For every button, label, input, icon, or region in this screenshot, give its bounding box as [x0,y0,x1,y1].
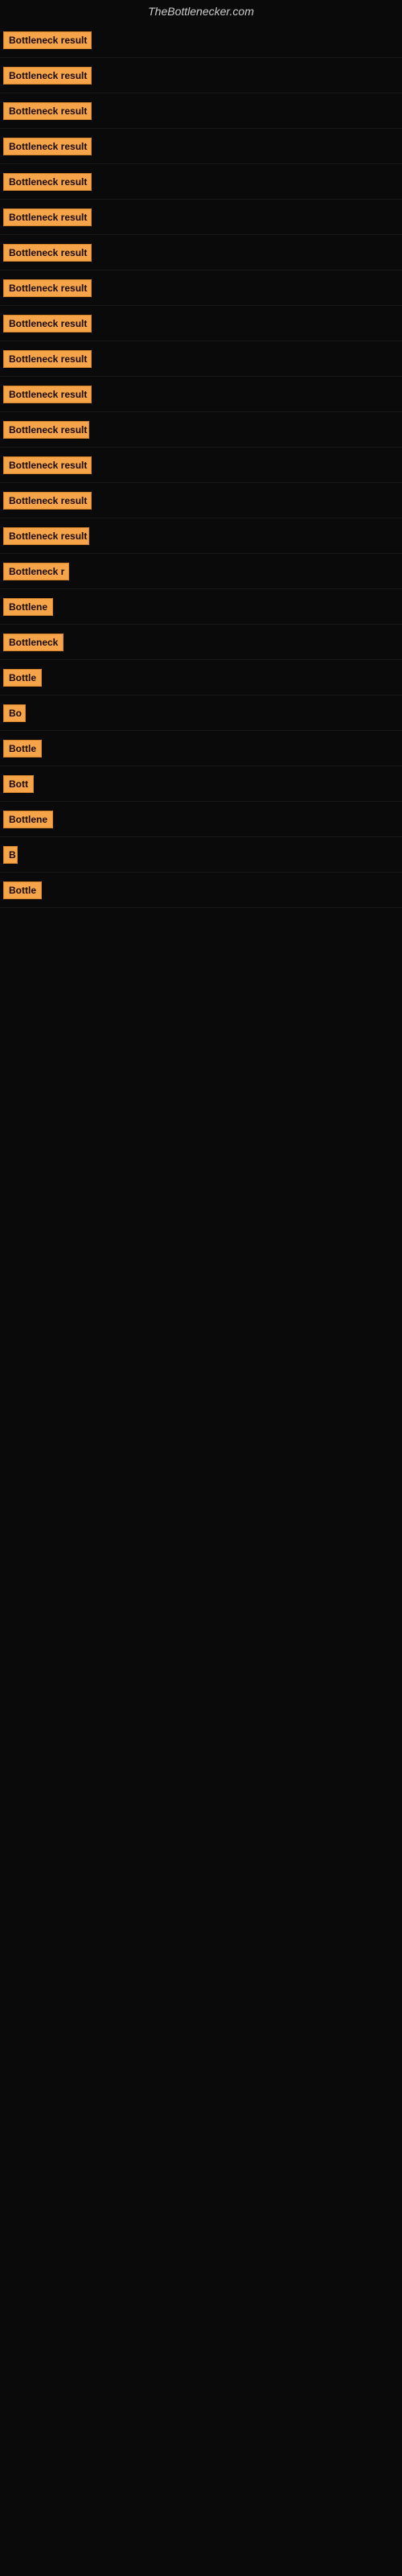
bottleneck-result-badge[interactable]: Bottleneck [3,634,64,651]
list-item: Bottleneck result [0,448,402,483]
list-item: Bottleneck result [0,129,402,164]
bottleneck-result-badge[interactable]: Bottleneck result [3,208,92,226]
list-item: Bottleneck result [0,93,402,129]
list-item: Bottle [0,660,402,696]
list-item: B [0,837,402,873]
bottleneck-result-badge[interactable]: Bottleneck result [3,315,92,332]
bottleneck-result-badge[interactable]: Bottleneck result [3,244,92,262]
list-item: Bottleneck result [0,164,402,200]
bottleneck-result-badge[interactable]: B [3,846,18,864]
bottleneck-result-badge[interactable]: Bottleneck result [3,138,92,155]
site-title: TheBottlenecker.com [0,0,402,23]
list-item: Bottleneck r [0,554,402,589]
list-item: Bottleneck [0,625,402,660]
bottleneck-result-badge[interactable]: Bottleneck result [3,492,92,510]
bottleneck-result-badge[interactable]: Bottleneck result [3,421,89,439]
bottleneck-result-badge[interactable]: Bott [3,775,34,793]
bottleneck-result-badge[interactable]: Bottle [3,669,42,687]
bottleneck-result-badge[interactable]: Bottleneck result [3,456,92,474]
list-item: Bottleneck result [0,58,402,93]
list-item: Bottleneck result [0,306,402,341]
list-item: Bottleneck result [0,483,402,518]
bottleneck-result-badge[interactable]: Bottleneck result [3,527,89,545]
bottleneck-result-badge[interactable]: Bo [3,704,26,722]
bottleneck-result-badge[interactable]: Bottleneck result [3,279,92,297]
bottleneck-result-badge[interactable]: Bottleneck r [3,563,69,580]
list-item: Bottlene [0,589,402,625]
bottleneck-result-badge[interactable]: Bottle [3,881,42,899]
list-item: Bottle [0,873,402,908]
bottleneck-result-badge[interactable]: Bottlene [3,598,53,616]
bottleneck-result-badge[interactable]: Bottlene [3,811,53,828]
list-item: Bottleneck result [0,270,402,306]
bottleneck-result-badge[interactable]: Bottleneck result [3,173,92,191]
bottleneck-result-badge[interactable]: Bottle [3,740,42,758]
list-item: Bottleneck result [0,518,402,554]
list-item: Bo [0,696,402,731]
list-item: Bottleneck result [0,377,402,412]
bottleneck-result-badge[interactable]: Bottleneck result [3,31,92,49]
bottleneck-result-badge[interactable]: Bottleneck result [3,67,92,85]
list-item: Bottleneck result [0,23,402,58]
bottleneck-result-badge[interactable]: Bottleneck result [3,386,92,403]
list-item: Bottlene [0,802,402,837]
list-item: Bottle [0,731,402,766]
bottleneck-result-badge[interactable]: Bottleneck result [3,102,92,120]
list-item: Bottleneck result [0,200,402,235]
bottleneck-result-badge[interactable]: Bottleneck result [3,350,92,368]
list-item: Bott [0,766,402,802]
list-item: Bottleneck result [0,235,402,270]
list-item: Bottleneck result [0,412,402,448]
list-item: Bottleneck result [0,341,402,377]
